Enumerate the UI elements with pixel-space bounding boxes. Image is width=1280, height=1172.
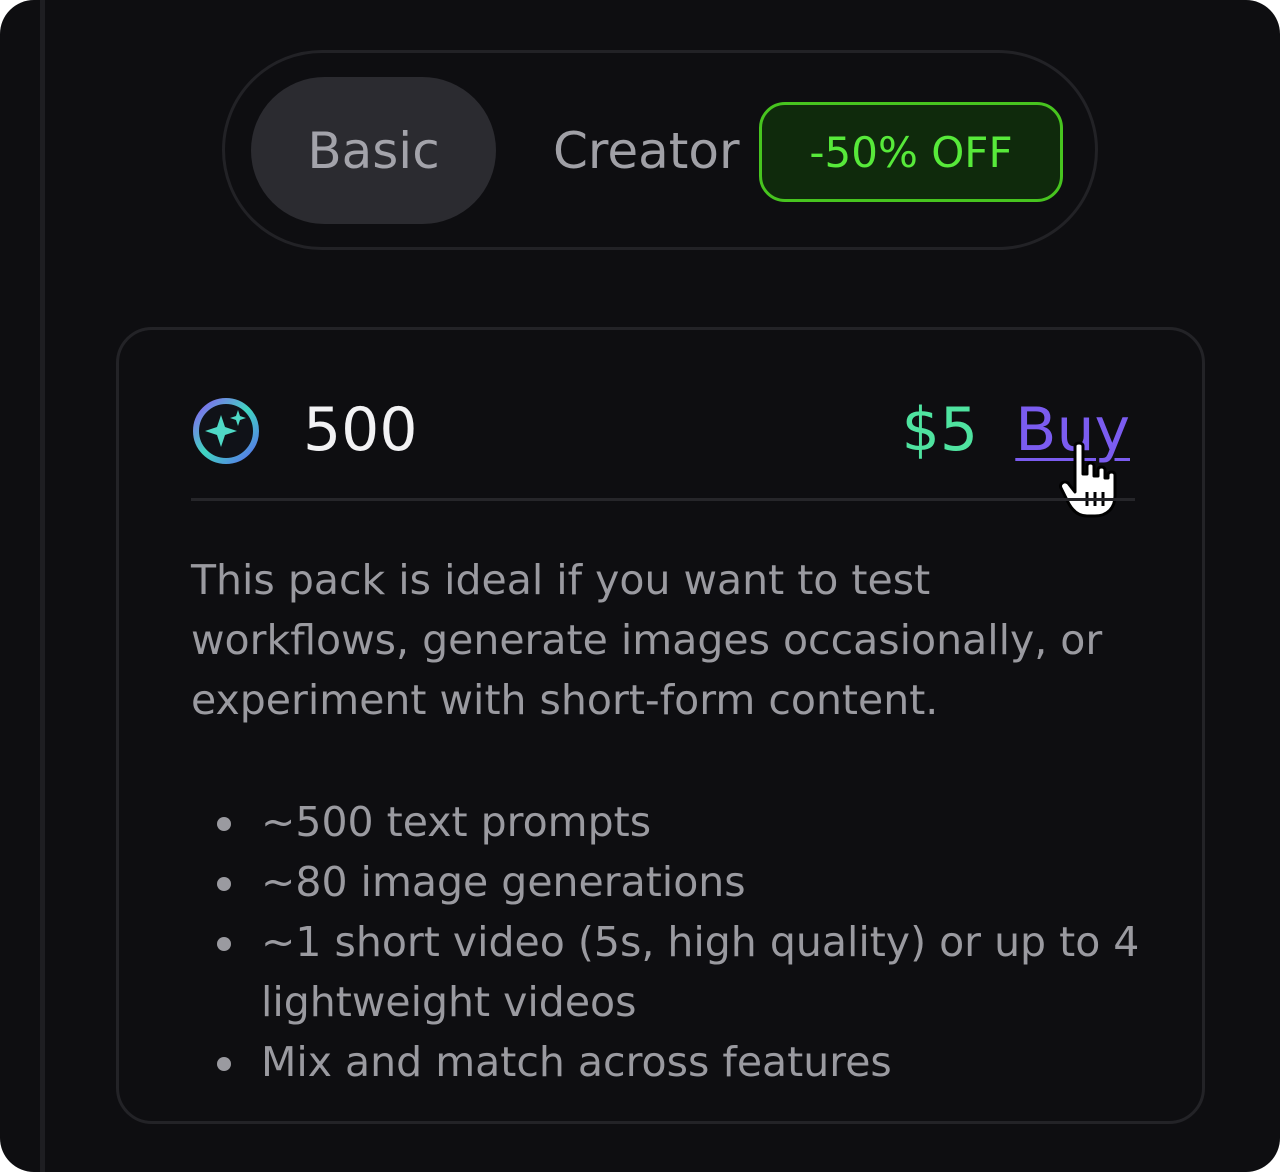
app-frame: Basic Creator -50% OFF 500 $5 Buy This p… — [0, 0, 1280, 1172]
bullet-icon — [217, 817, 231, 831]
feature-text: ~80 image generations — [261, 858, 746, 906]
feature-text: ~500 text prompts — [261, 798, 652, 846]
plan-toggle: Basic Creator -50% OFF — [222, 50, 1098, 250]
hand-pointer-icon — [1059, 441, 1117, 518]
tab-basic[interactable]: Basic — [251, 77, 496, 224]
bullet-icon — [217, 877, 231, 891]
bullet-icon — [217, 1057, 231, 1071]
credits-amount: 500 — [303, 395, 418, 465]
feature-list: ~500 text prompts ~80 image generations … — [191, 792, 1151, 1092]
feature-item: ~500 text prompts — [191, 792, 1151, 852]
pack-price: $5 — [901, 395, 978, 465]
feature-item: ~80 image generations — [191, 852, 1151, 912]
discount-badge: -50% OFF — [759, 102, 1063, 202]
pack-description: This pack is ideal if you want to test w… — [191, 556, 1103, 724]
tab-creator[interactable]: Creator — [553, 77, 740, 224]
feature-item: Mix and match across features — [191, 1032, 1151, 1092]
feature-item: ~1 short video (5s, high quality) or up … — [191, 912, 1151, 1032]
sparkle-credits-icon — [193, 398, 259, 464]
card-divider — [191, 498, 1135, 501]
credit-pack-card: 500 $5 Buy This pack is ideal if you wan… — [116, 327, 1205, 1124]
feature-text: ~1 short video (5s, high quality) or up … — [261, 918, 1140, 1026]
left-divider — [40, 0, 45, 1172]
feature-text: Mix and match across features — [261, 1038, 892, 1086]
bullet-icon — [217, 937, 231, 951]
